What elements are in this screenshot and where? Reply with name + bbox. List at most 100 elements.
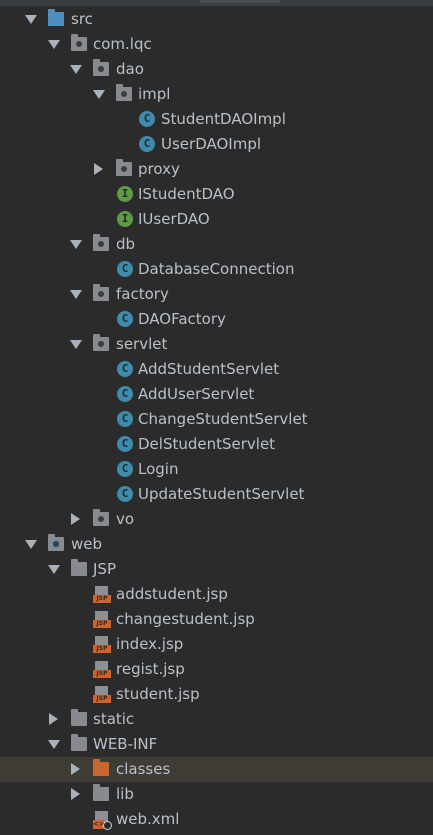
tree-row-impl[interactable]: impl — [0, 82, 433, 107]
jsp-file-icon: JSP — [93, 611, 111, 629]
chevron-down-icon[interactable] — [25, 540, 37, 549]
package-icon — [93, 509, 109, 526]
tree-label-impl: impl — [138, 85, 171, 103]
folder-icon — [71, 734, 87, 751]
tree-label-changestudentservlet: ChangeStudentServlet — [138, 410, 308, 428]
tree-row-adduserservlet[interactable]: C AddUserServlet — [0, 382, 433, 407]
chevron-right-icon[interactable] — [71, 763, 80, 775]
package-icon — [116, 159, 132, 176]
tree-label-proxy: proxy — [138, 160, 180, 178]
tree-row-studentdaoimpl[interactable]: C StudentDAOImpl — [0, 107, 433, 132]
top-edge-bar — [0, 0, 433, 6]
tree-label-web-inf: WEB-INF — [93, 735, 158, 753]
tree-label-adduserservlet: AddUserServlet — [138, 385, 255, 403]
tree-label-vo: vo — [116, 510, 135, 528]
chevron-right-icon[interactable] — [94, 163, 103, 175]
tree-row-src[interactable]: src — [0, 7, 433, 32]
tree-label-databaseconnection: DatabaseConnection — [138, 260, 295, 278]
folder-icon — [71, 559, 87, 576]
tree-row-web-inf[interactable]: WEB-INF — [0, 732, 433, 757]
tree-row-web[interactable]: web — [0, 532, 433, 557]
tree-label-regist-jsp: regist.jsp — [116, 660, 185, 678]
tree-row-addstudentservlet[interactable]: C AddStudentServlet — [0, 357, 433, 382]
tree-row-index-jsp[interactable]: JSP index.jsp — [0, 632, 433, 657]
top-edge-fragment — [200, 0, 280, 3]
tree-label-static: static — [93, 710, 135, 728]
source-folder-icon — [48, 9, 64, 26]
chevron-down-icon[interactable] — [25, 15, 37, 24]
tree-label-dao: dao — [116, 60, 144, 78]
chevron-down-icon[interactable] — [48, 40, 60, 49]
tree-label-lib: lib — [116, 785, 134, 803]
tree-label-login: Login — [138, 460, 179, 478]
tree-row-com-lqc[interactable]: com.lqc — [0, 32, 433, 57]
tree-label-istudentdao: IStudentDAO — [138, 185, 235, 203]
jsp-file-icon: JSP — [93, 636, 111, 654]
tree-row-servlet[interactable]: servlet — [0, 332, 433, 357]
chevron-down-icon[interactable] — [70, 290, 82, 299]
class-icon: C — [117, 361, 133, 377]
tree-label-addstudentservlet: AddStudentServlet — [138, 360, 280, 378]
tree-row-factory[interactable]: factory — [0, 282, 433, 307]
tree-row-classes[interactable]: classes — [0, 757, 433, 782]
tree-row-regist-jsp[interactable]: JSP regist.jsp — [0, 657, 433, 682]
package-icon — [93, 284, 109, 301]
tree-row-static[interactable]: static — [0, 707, 433, 732]
tree-label-com-lqc: com.lqc — [93, 35, 152, 53]
tree-label-db: db — [116, 235, 136, 253]
tree-row-jsp-folder[interactable]: JSP — [0, 557, 433, 582]
chevron-right-icon[interactable] — [71, 513, 80, 525]
jsp-file-icon: JSP — [93, 661, 111, 679]
tree-row-dao[interactable]: dao — [0, 57, 433, 82]
chevron-down-icon[interactable] — [48, 740, 60, 749]
chevron-down-icon[interactable] — [70, 65, 82, 74]
tree-row-db[interactable]: db — [0, 232, 433, 257]
chevron-down-icon[interactable] — [70, 340, 82, 349]
tree-row-addstudent-jsp[interactable]: JSP addstudent.jsp — [0, 582, 433, 607]
chevron-down-icon[interactable] — [48, 565, 60, 574]
tree-label-addstudent-jsp: addstudent.jsp — [116, 585, 228, 603]
tree-row-web-xml[interactable]: <> web.xml — [0, 807, 433, 832]
package-icon — [93, 59, 109, 76]
tree-label-web-xml: web.xml — [116, 810, 180, 828]
tree-row-istudentdao[interactable]: I IStudentDAO — [0, 182, 433, 207]
tree-row-proxy[interactable]: proxy — [0, 157, 433, 182]
package-icon — [116, 84, 132, 101]
tree-row-changestudent-jsp[interactable]: JSP changestudent.jsp — [0, 607, 433, 632]
tree-label-changestudent-jsp: changestudent.jsp — [116, 610, 255, 628]
class-icon: C — [139, 111, 155, 127]
tree-label-delstudentservlet: DelStudentServlet — [138, 435, 276, 453]
tree-row-databaseconnection[interactable]: C DatabaseConnection — [0, 257, 433, 282]
tree-label-userdaoimpl: UserDAOImpl — [161, 135, 262, 153]
tree-label-src: src — [71, 10, 93, 28]
tree-row-vo[interactable]: vo — [0, 507, 433, 532]
folder-icon — [93, 784, 109, 801]
tree-row-daofactory[interactable]: C DAOFactory — [0, 307, 433, 332]
tree-row-userdaoimpl[interactable]: C UserDAOImpl — [0, 132, 433, 157]
tree-row-lib[interactable]: lib — [0, 782, 433, 807]
jsp-file-icon: JSP — [93, 686, 111, 704]
package-icon — [93, 234, 109, 251]
chevron-right-icon[interactable] — [71, 788, 80, 800]
tree-label-classes: classes — [116, 760, 171, 778]
folder-icon — [71, 709, 87, 726]
jsp-file-icon: JSP — [93, 586, 111, 604]
tree-label-daofactory: DAOFactory — [138, 310, 226, 328]
class-icon: C — [117, 436, 133, 452]
xml-file-icon: <> — [93, 811, 112, 830]
chevron-down-icon[interactable] — [93, 90, 105, 99]
class-icon: C — [139, 136, 155, 152]
tree-row-delstudentservlet[interactable]: C DelStudentServlet — [0, 432, 433, 457]
chevron-right-icon[interactable] — [49, 713, 58, 725]
tree-row-iuserdao[interactable]: I IUserDAO — [0, 207, 433, 232]
tree-label-student-jsp: student.jsp — [116, 685, 200, 703]
excluded-folder-icon — [93, 759, 109, 776]
class-icon: C — [117, 411, 133, 427]
tree-label-iuserdao: IUserDAO — [138, 210, 210, 228]
tree-row-updatestudentservlet[interactable]: C UpdateStudentServlet — [0, 482, 433, 507]
tree-row-login[interactable]: C Login — [0, 457, 433, 482]
chevron-down-icon[interactable] — [70, 240, 82, 249]
tree-row-student-jsp[interactable]: JSP student.jsp — [0, 682, 433, 707]
class-icon: C — [117, 261, 133, 277]
tree-row-changestudentservlet[interactable]: C ChangeStudentServlet — [0, 407, 433, 432]
